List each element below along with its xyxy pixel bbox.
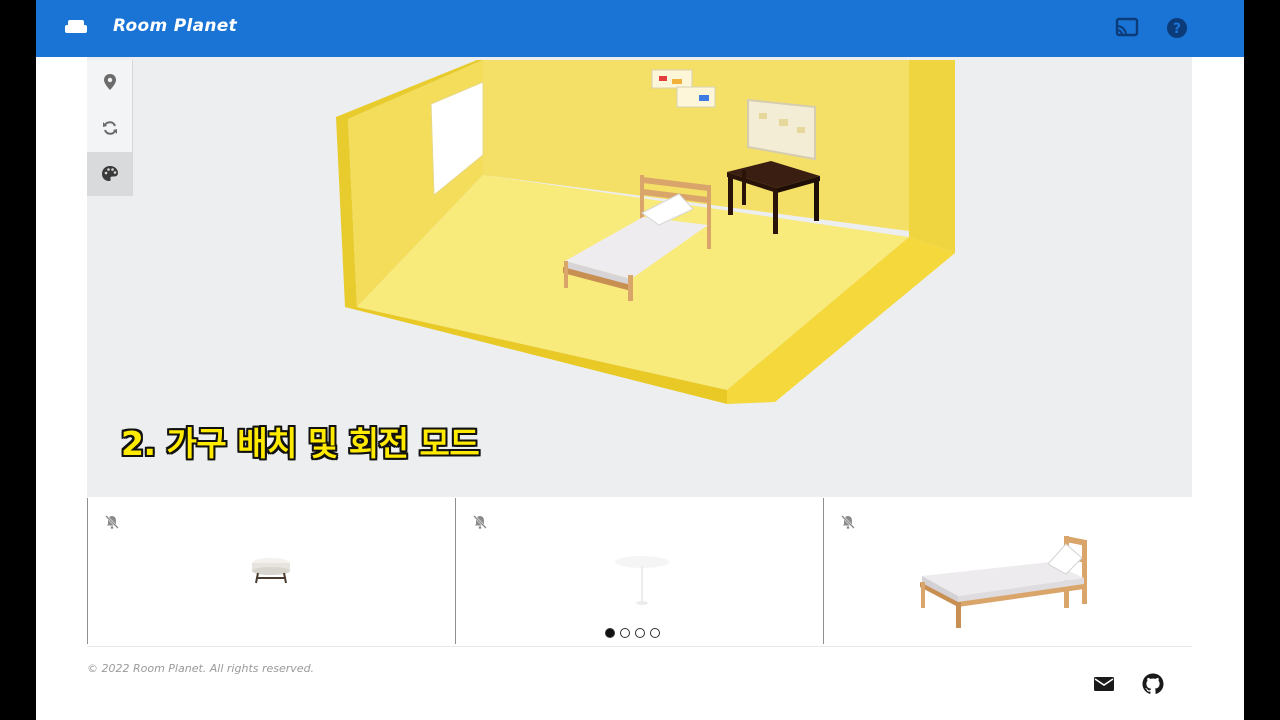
ottoman-thumbnail — [252, 558, 290, 584]
app-header: Room Planet ? — [36, 0, 1244, 57]
help-icon[interactable]: ? — [1164, 15, 1190, 41]
mute-bell-icon[interactable] — [840, 514, 856, 530]
tool-rail — [87, 60, 133, 196]
palette-icon — [101, 166, 118, 181]
room-3d-viewport[interactable]: 2. 가구 배치 및 회전 모드 — [87, 57, 1192, 497]
floor-lamp-thumbnail — [615, 556, 669, 605]
github-icon[interactable] — [1141, 672, 1165, 696]
svg-text:?: ? — [1173, 21, 1181, 37]
carousel-pagination — [605, 628, 660, 640]
carousel-dot-4[interactable] — [650, 628, 660, 638]
sofa-icon[interactable] — [63, 14, 89, 40]
carousel-dot-2[interactable] — [620, 628, 630, 638]
mute-bell-icon[interactable] — [104, 514, 120, 530]
furniture-card-floor-lamp[interactable] — [455, 498, 823, 644]
furniture-card-ottoman[interactable] — [87, 498, 455, 644]
location-tool-button[interactable] — [87, 60, 132, 104]
furniture-card-single-bed[interactable] — [823, 498, 1191, 644]
mail-icon[interactable] — [1093, 674, 1115, 694]
app-title[interactable]: Room Planet — [113, 16, 237, 36]
cast-icon[interactable] — [1114, 16, 1140, 40]
mode-caption: 2. 가구 배치 및 회전 모드 — [121, 424, 480, 463]
right-wall — [909, 60, 955, 253]
single-bed-thumbnail — [920, 536, 1087, 628]
palette-tool-button[interactable] — [87, 152, 132, 196]
mute-bell-icon[interactable] — [472, 514, 488, 530]
furniture-carousel[interactable] — [87, 498, 1192, 647]
location-pin-icon — [103, 74, 116, 90]
rotate-tool-button[interactable] — [87, 106, 132, 150]
copyright-text: © 2022 Room Planet. All rights reserved. — [87, 662, 315, 675]
carousel-dot-3[interactable] — [635, 628, 645, 638]
app-window: Room Planet ? 2. 가구 배치 및 회전 모드 © 2022 Ro… — [36, 0, 1244, 720]
rotate-icon — [102, 121, 117, 135]
carousel-dot-1[interactable] — [605, 628, 615, 638]
